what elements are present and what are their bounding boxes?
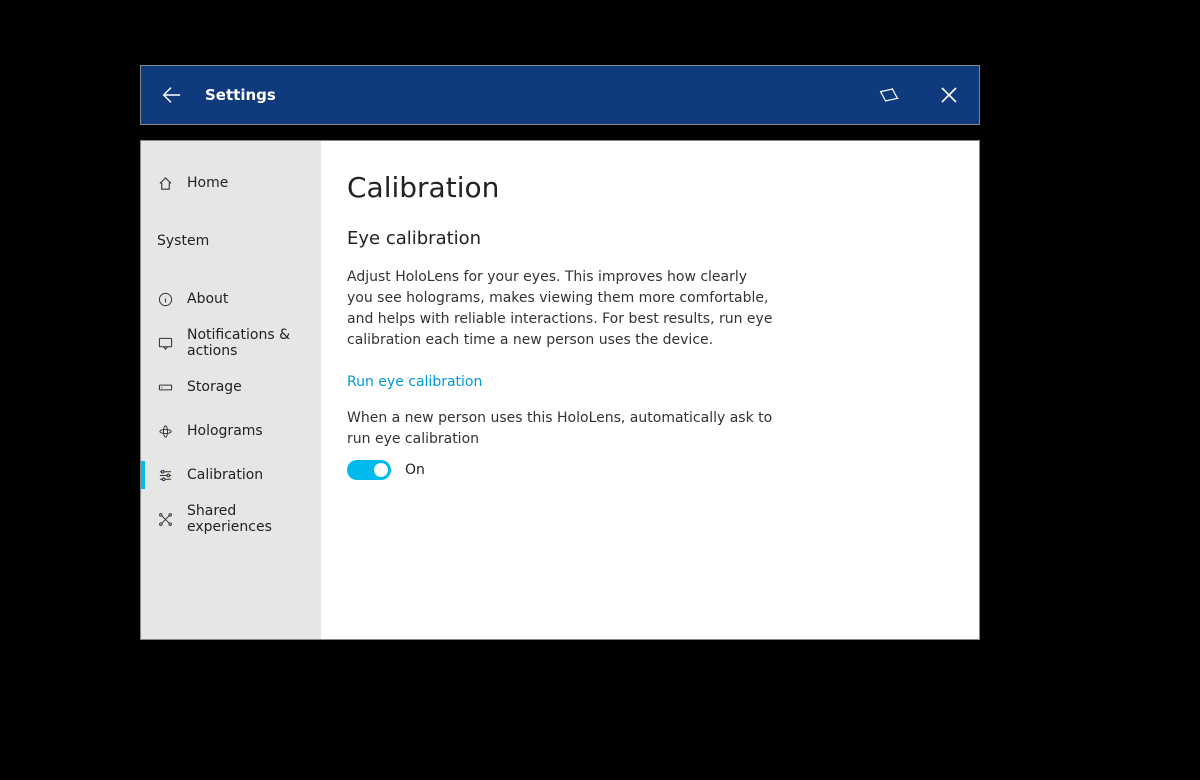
sidebar-item-label: Home <box>187 175 228 191</box>
sidebar-item-label: About <box>187 291 228 307</box>
back-button[interactable] <box>141 65 201 125</box>
follow-me-button[interactable] <box>859 65 919 125</box>
sidebar-group-system: System <box>141 219 321 263</box>
sidebar-item-label: Calibration <box>187 467 263 483</box>
storage-icon <box>157 379 173 395</box>
close-icon <box>940 86 958 104</box>
sidebar-item-label: Notifications & actions <box>187 327 321 359</box>
sidebar-item-home[interactable]: Home <box>141 161 321 205</box>
holograms-icon <box>157 423 173 439</box>
sidebar-item-about[interactable]: About <box>141 277 321 321</box>
home-icon <box>157 175 173 191</box>
page-heading: Calibration <box>347 171 953 204</box>
follow-me-icon <box>878 86 900 104</box>
content-pane: Calibration Eye calibration Adjust HoloL… <box>321 141 979 639</box>
toggle-knob <box>374 463 388 477</box>
sidebar: Home System About Notifications & action… <box>141 141 321 639</box>
sidebar-item-storage[interactable]: Storage <box>141 365 321 409</box>
titlebar: Settings <box>140 65 980 125</box>
section-heading: Eye calibration <box>347 228 953 249</box>
info-icon <box>157 291 173 307</box>
sidebar-item-shared-experiences[interactable]: Shared experiences <box>141 497 321 541</box>
shared-experiences-icon <box>157 511 173 527</box>
sidebar-item-calibration[interactable]: Calibration <box>141 453 321 497</box>
toggle-state-label: On <box>405 462 425 478</box>
toggle-row: On <box>347 460 953 480</box>
settings-window: Home System About Notifications & action… <box>140 140 980 640</box>
toggle-description: When a new person uses this HoloLens, au… <box>347 408 777 450</box>
comment-icon <box>157 335 173 351</box>
arrow-left-icon <box>160 84 182 106</box>
section-description: Adjust HoloLens for your eyes. This impr… <box>347 267 777 351</box>
calibration-icon <box>157 467 173 483</box>
close-button[interactable] <box>919 65 979 125</box>
sidebar-item-notifications[interactable]: Notifications & actions <box>141 321 321 365</box>
sidebar-group-label: System <box>157 233 209 249</box>
auto-calibration-toggle[interactable] <box>347 460 391 480</box>
sidebar-item-holograms[interactable]: Holograms <box>141 409 321 453</box>
sidebar-item-label: Storage <box>187 379 242 395</box>
app-title: Settings <box>205 86 276 104</box>
sidebar-item-label: Holograms <box>187 423 263 439</box>
sidebar-item-label: Shared experiences <box>187 503 321 535</box>
run-eye-calibration-link[interactable]: Run eye calibration <box>347 374 482 390</box>
